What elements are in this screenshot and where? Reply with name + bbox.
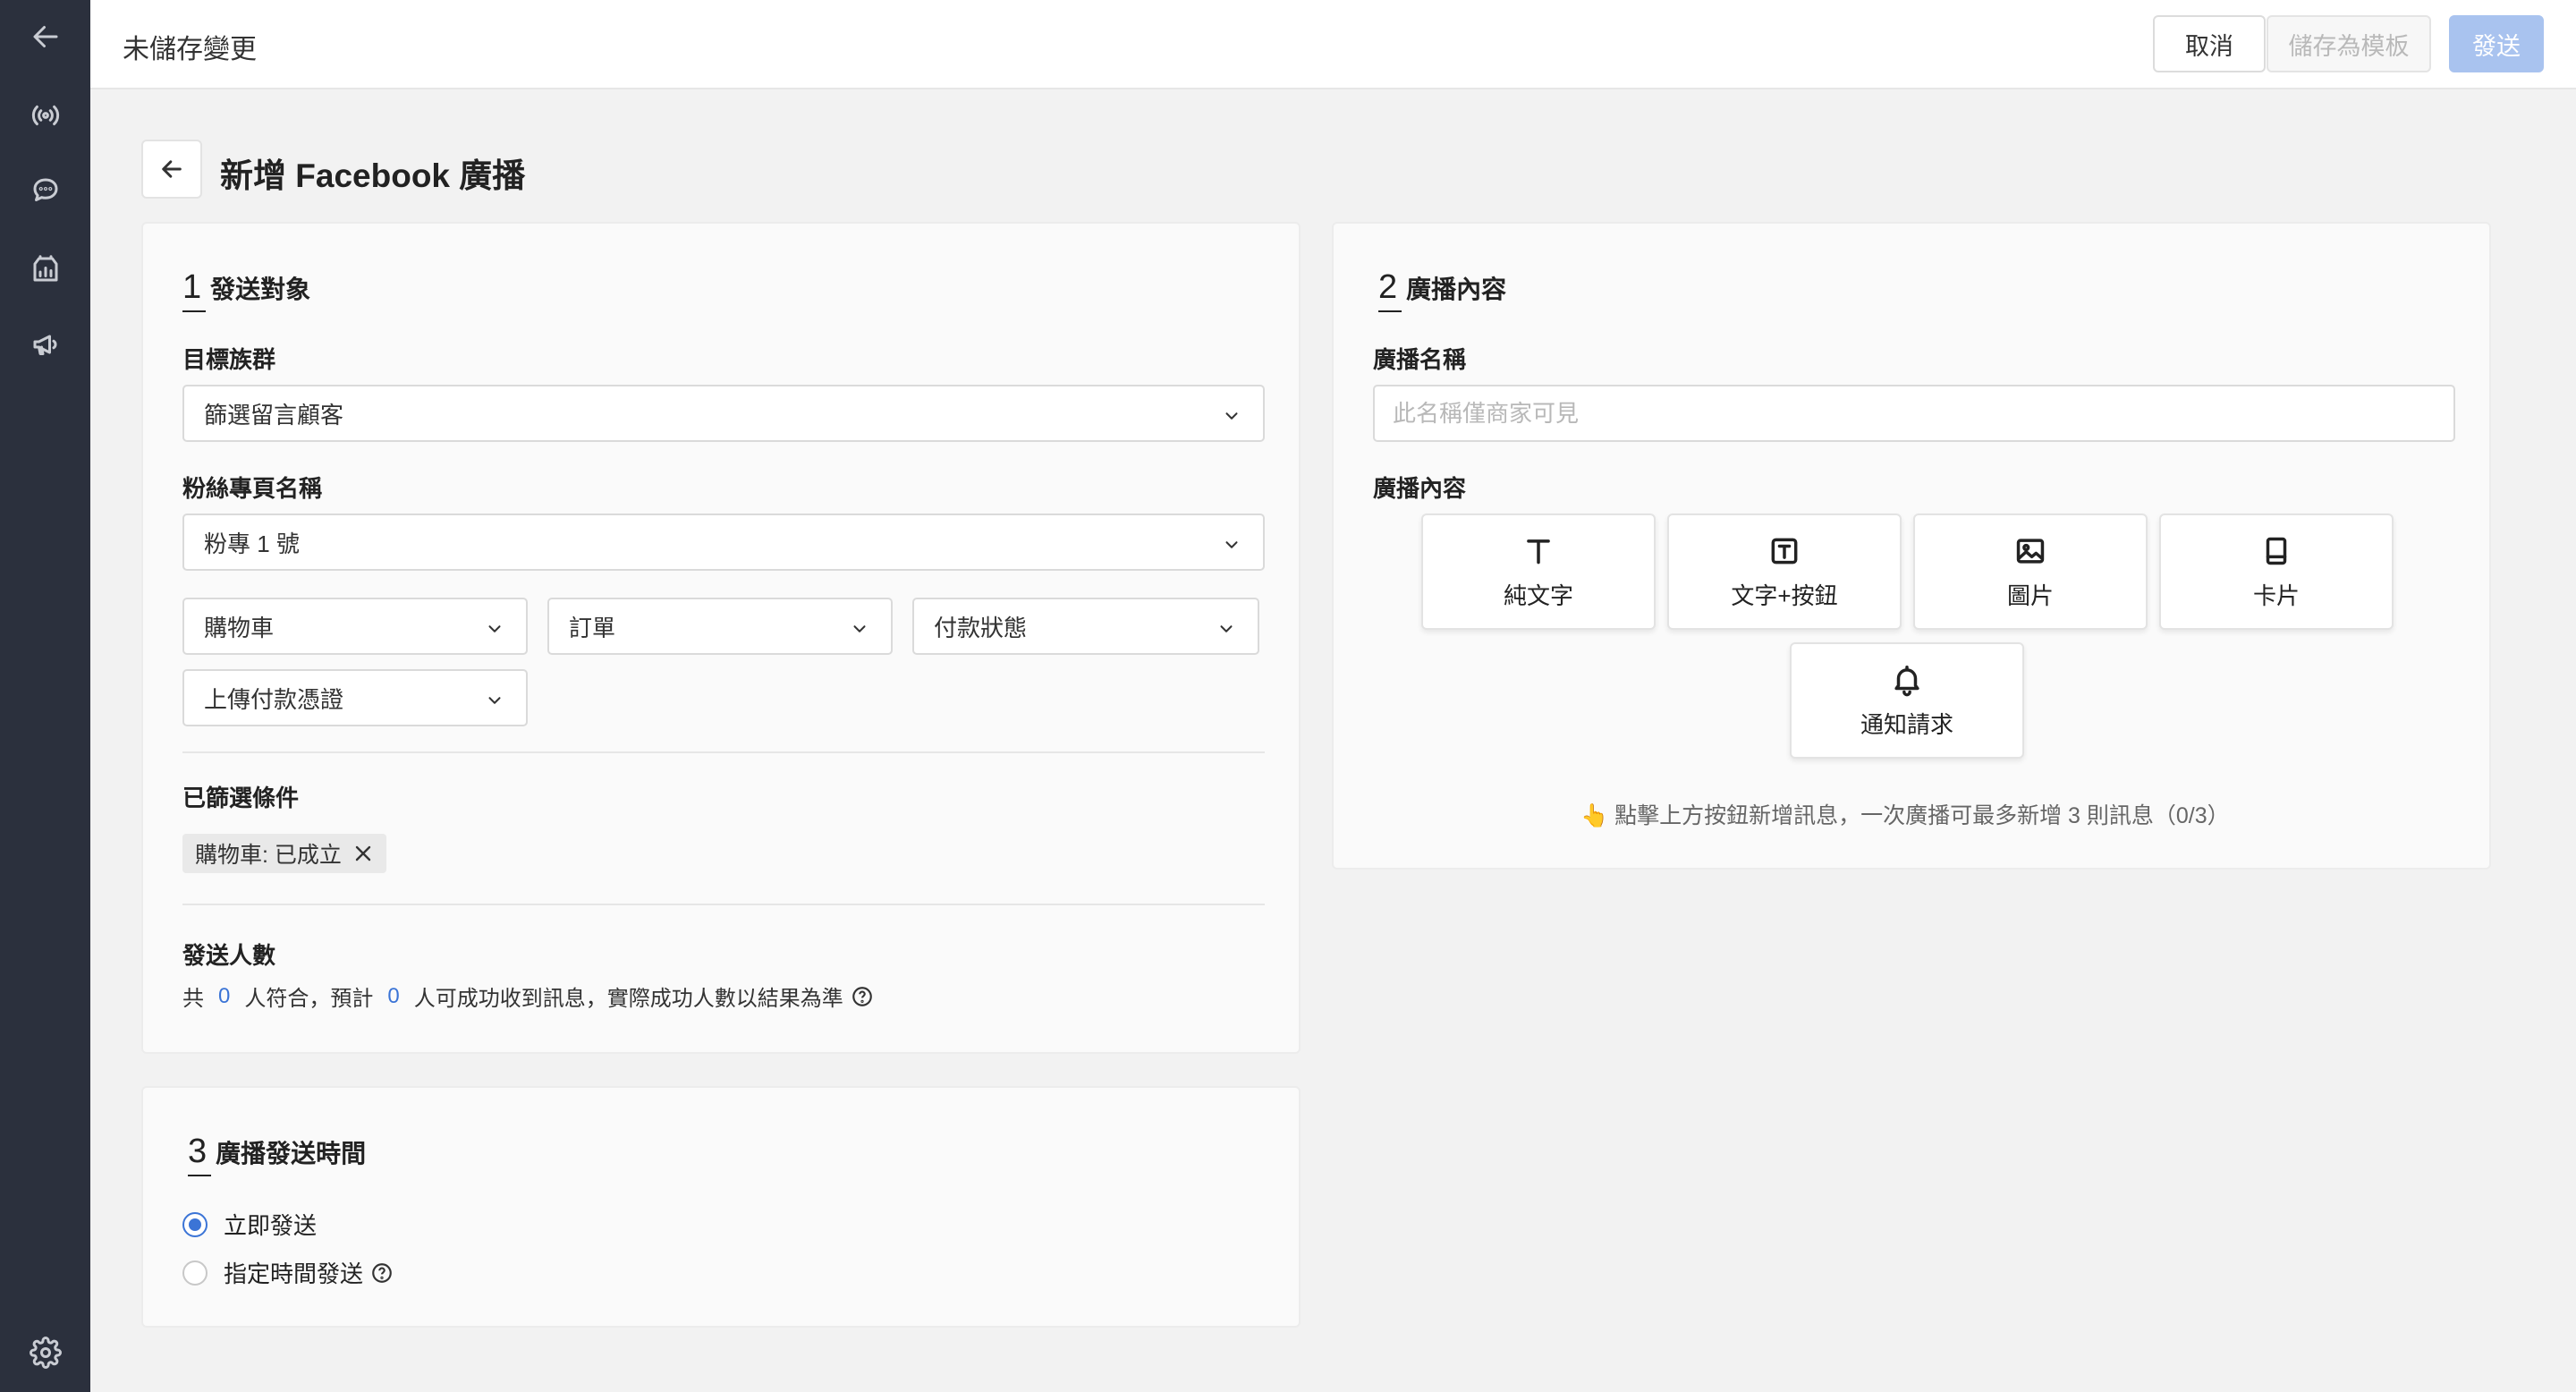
section-heading: 2 廣播內容 [1378,268,1507,312]
count-text: 人符合，預計 [244,987,374,1011]
send-button[interactable]: 發送 [2449,15,2544,72]
broadcast-name-input[interactable] [1373,385,2455,442]
back-button[interactable] [141,140,202,199]
tile-label: 卡片 [2252,581,2300,609]
filter-tag-label: 購物車: 已成立 [195,843,342,868]
filter-payment-proof-select[interactable]: 上傳付款憑證 [182,669,528,726]
divider [182,904,1265,905]
gear-icon[interactable] [22,1329,69,1376]
filter-label: 訂單 [569,614,616,641]
chat-icon[interactable] [22,167,69,214]
save-as-template-button[interactable]: 儲存為模板 [2267,15,2431,72]
megaphone-icon[interactable] [22,321,69,368]
add-text-message-button[interactable]: 純文字 [1421,514,1656,630]
count-text: 人可成功收到訊息，實際成功人數以結果為準 [413,987,843,1011]
tile-label: 文字+按鈕 [1731,581,1838,609]
target-group-label: 目標族群 [182,346,276,373]
chevron-down-icon [850,617,869,637]
text-box-icon [1767,533,1802,569]
chevron-down-icon [1222,404,1241,424]
count-text: 共 [182,987,204,1011]
section-title: 廣播發送時間 [216,1140,367,1167]
chevron-down-icon [1222,533,1241,553]
tile-label: 通知請求 [1860,710,1953,738]
send-count-label: 發送人數 [182,942,276,969]
add-card-message-button[interactable]: 卡片 [2159,514,2394,630]
add-image-message-button[interactable]: 圖片 [1913,514,2148,630]
scheduled-send-label: 指定時間發送 [224,1260,364,1287]
fanpage-value: 粉專 1 號 [204,530,300,557]
matched-count: 0 [218,983,231,1008]
tile-label: 圖片 [2006,581,2054,609]
filter-cart-select[interactable]: 購物車 [182,598,528,655]
broadcast-content-card: 2 廣播內容 廣播名稱 廣播內容 純文字 文字+按鈕 圖片 卡片 通知請求 👆 … [1332,222,2491,870]
broadcast-content-label: 廣播內容 [1373,475,1467,502]
send-now-label: 立即發送 [224,1212,318,1239]
filter-label: 上傳付款憑證 [204,685,344,713]
filter-label: 購物車 [204,614,275,641]
arrow-left-icon[interactable] [22,13,69,60]
store-chart-icon[interactable] [22,246,69,293]
help-icon[interactable] [370,1261,394,1285]
chevron-down-icon [485,617,504,637]
scheduled-send-option[interactable]: 指定時間發送 [182,1256,394,1289]
filter-label: 付款狀態 [934,614,1028,641]
broadcast-icon[interactable] [22,92,69,139]
bell-icon [1889,662,1925,698]
top-bar: 未儲存變更 取消 儲存為模板 發送 [90,0,2576,89]
selected-filters-label: 已篩選條件 [182,785,300,811]
sidebar [0,0,90,1392]
section-title: 發送對象 [210,276,311,303]
page-title: 新增 Facebook 廣播 [220,157,526,194]
expected-count: 0 [387,983,400,1008]
help-icon[interactable] [851,985,874,1008]
divider [182,751,1265,753]
step-number: 1 [182,268,207,312]
step-number: 2 [1378,268,1402,312]
close-icon[interactable] [352,843,374,864]
tile-label: 純文字 [1503,581,1573,609]
image-icon [2012,533,2048,569]
filter-payment-status-select[interactable]: 付款狀態 [912,598,1259,655]
broadcast-time-card: 3 廣播發送時間 立即發送 指定時間發送 [141,1086,1301,1328]
chevron-down-icon [485,689,504,709]
target-group-value: 篩選留言顧客 [204,401,344,429]
add-notification-request-button[interactable]: 通知請求 [1790,642,2024,759]
section-title: 廣播內容 [1406,276,1507,303]
section-heading: 3 廣播發送時間 [188,1133,367,1176]
filter-order-select[interactable]: 訂單 [547,598,893,655]
fanpage-select[interactable]: 粉專 1 號 [182,514,1265,571]
send-count-text: 共 0 人符合，預計 0 人可成功收到訊息，實際成功人數以結果為準 [182,980,874,1012]
fanpage-label: 粉絲專頁名稱 [182,475,323,502]
send-target-card: 1 發送對象 目標族群 篩選留言顧客 粉絲專頁名稱 粉專 1 號 購物車 訂單 … [141,222,1301,1054]
add-message-hint: 👆 點擊上方按鈕新增訊息，一次廣播可最多新增 3 則訊息（0/3） [1580,803,2230,828]
section-heading: 1 發送對象 [182,268,311,312]
arrow-left-icon [162,160,182,178]
filter-tag: 購物車: 已成立 [182,834,386,873]
add-text-button-message-button[interactable]: 文字+按鈕 [1667,514,1902,630]
cancel-button[interactable]: 取消 [2153,15,2266,72]
chevron-down-icon [1216,617,1236,637]
target-group-select[interactable]: 篩選留言顧客 [182,385,1265,442]
broadcast-name-label: 廣播名稱 [1373,346,1467,373]
text-icon [1521,533,1556,569]
send-now-option[interactable]: 立即發送 [182,1208,317,1241]
unsaved-changes-title: 未儲存變更 [123,35,257,64]
step-number: 3 [188,1133,212,1176]
card-icon [2258,533,2294,569]
radio-selected[interactable] [182,1211,208,1237]
radio-unselected[interactable] [182,1260,208,1286]
